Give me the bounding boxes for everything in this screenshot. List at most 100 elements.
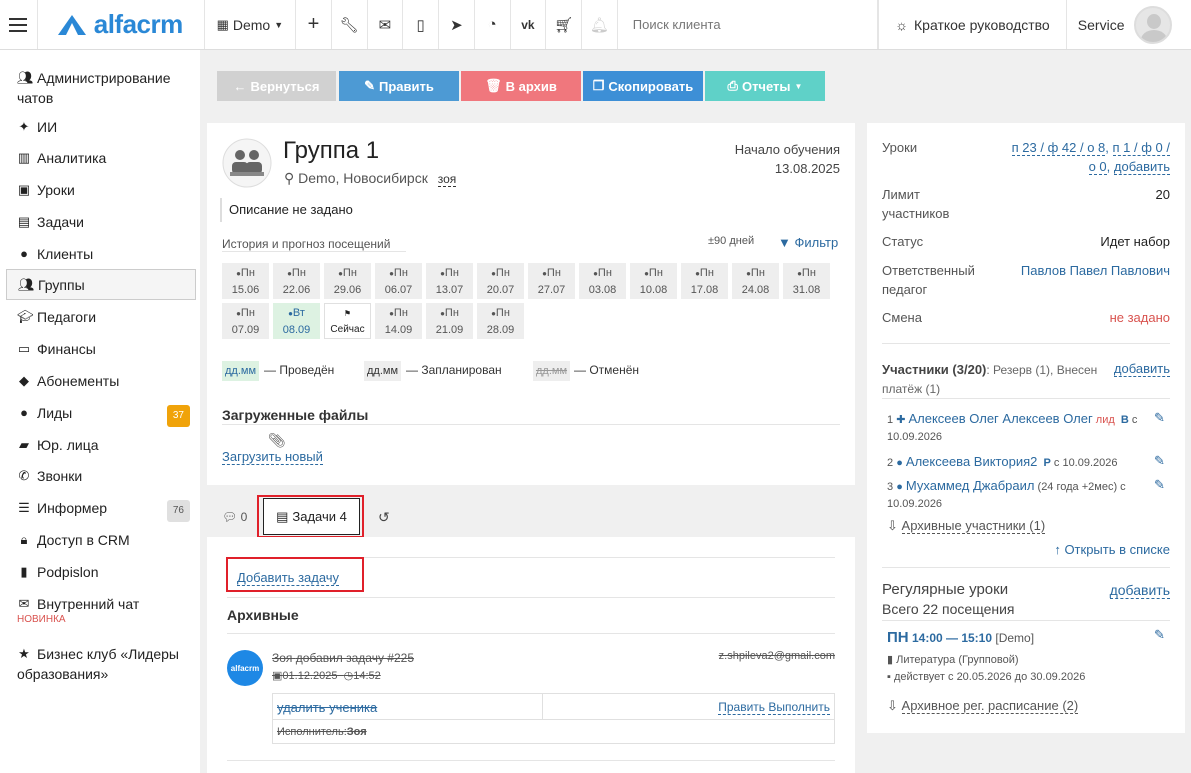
legend-done-text: — Проведён xyxy=(264,363,335,377)
sidebar-item-clients[interactable]: ● Клиенты xyxy=(6,244,196,264)
sidebar-item-business-club[interactable]: ★ Бизнес клуб «Лидеры образования» xyxy=(6,644,196,684)
mail-button[interactable]: ✉ xyxy=(368,0,404,49)
pencil-icon[interactable]: ✎ xyxy=(1154,410,1165,426)
user-menu[interactable]: Service xyxy=(1067,0,1191,49)
upload-link[interactable]: Загрузить новый xyxy=(222,449,323,465)
sidebar-item-informer[interactable]: ☰ Информер 76 xyxy=(6,498,196,522)
attendance-day[interactable]: ●Пн 28.09 xyxy=(477,303,524,339)
attendance-day[interactable]: ●Пн 07.09 xyxy=(222,303,269,339)
pencil-icon[interactable]: ✎ xyxy=(1154,627,1165,643)
copy-button[interactable]: ❐ Скопировать xyxy=(583,71,703,101)
edit-button[interactable]: ✎ Править xyxy=(339,71,459,101)
task-title[interactable]: удалить ученика xyxy=(277,700,377,715)
attendance-day[interactable]: ●Пн 27.07 xyxy=(528,263,575,299)
attendance-day[interactable]: ●Вт 08.09 xyxy=(273,303,320,339)
sidebar-item-crm-access[interactable]: 🔒︎ Доступ в CRM xyxy=(6,530,196,550)
attendance-weekday: ●Пн xyxy=(222,305,269,322)
attendance-date: 27.07 xyxy=(537,284,566,296)
search-input[interactable]: Поиск клиента xyxy=(618,0,879,49)
attendance-weekday-label: Пн xyxy=(699,267,714,279)
sidebar-item-finance[interactable]: ▭ Финансы xyxy=(6,339,196,359)
archived-members-link[interactable]: ⇩ Архивные участники (1) xyxy=(887,518,1046,534)
sidebar-item-internal-chat[interactable]: ✉ Внутренний чат НОВИНКА xyxy=(6,594,196,626)
member-name[interactable]: Алексеев Олег Алексеев Олег xyxy=(908,411,1092,426)
attendance-day[interactable]: ●Пн 03.08 xyxy=(579,263,626,299)
filter-button[interactable]: ▼ Фильтр xyxy=(778,235,838,250)
attendance-day[interactable]: ●Пн 13.07 xyxy=(426,263,473,299)
attendance-day[interactable]: ●Пн 29.06 xyxy=(324,263,371,299)
clock-icon: ◷ xyxy=(343,670,354,682)
sidebar-item-subscriptions[interactable]: ◆ Абонементы xyxy=(6,371,196,391)
sidebar-item-groups[interactable]: 👥︎ Группы xyxy=(6,269,196,300)
members-add-link[interactable]: добавить xyxy=(1113,361,1170,377)
chat-button[interactable]: ◔ xyxy=(475,0,511,49)
attendance-day[interactable]: ●Пн 17.08 xyxy=(681,263,728,299)
regular-period-label: действует с 20.05.2026 до 30.09.2026 xyxy=(893,671,1086,683)
tab-comments[interactable]: 💬︎ 0 xyxy=(222,510,247,524)
lessons-add-link[interactable]: добавить xyxy=(1113,159,1170,175)
sidebar-item-analytics[interactable]: ▥ Аналитика xyxy=(6,148,196,168)
back-button[interactable]: ← Вернуться xyxy=(217,71,336,101)
open-list-link[interactable]: ↑ Открыть в списке xyxy=(1054,542,1170,557)
cart-button[interactable]: 🛒︎ xyxy=(546,0,583,49)
attendance-day[interactable]: ●Пн 20.07 xyxy=(477,263,524,299)
attendance-day[interactable]: ●Пн 06.07 xyxy=(375,263,422,299)
member-row: 3 ● Мухаммед Джабраил (24 года +2мес) с … xyxy=(887,477,1147,513)
menu-toggle[interactable] xyxy=(0,0,38,49)
task-edit-link[interactable]: Править xyxy=(718,700,766,715)
tab-history[interactable]: ↺ xyxy=(378,509,390,526)
archived-schedule-link[interactable]: ⇩ Архивное рег. расписание (2) xyxy=(887,698,1079,714)
attendance-day[interactable]: ●Пн 10.08 xyxy=(630,263,677,299)
comments-count: 0 xyxy=(240,510,248,524)
attendance-day[interactable]: ⚑ Сейчас xyxy=(324,303,371,339)
guide-link[interactable]: ☼ Краткое руководство xyxy=(878,0,1067,49)
attendance-weekday-label: Пн xyxy=(801,267,816,279)
sidebar-item-tasks[interactable]: ▤ Задачи xyxy=(6,212,196,232)
sidebar-item-ai[interactable]: ✦ ИИ xyxy=(6,117,196,137)
sidebar-item-calls[interactable]: ✆ Звонки xyxy=(6,466,196,486)
regular-add-link[interactable]: добавить xyxy=(1109,582,1170,599)
sidebar-item-chat-admin[interactable]: 👥︎ Администрирование чатов xyxy=(6,68,196,108)
range-toggle[interactable]: ±90 дней xyxy=(708,235,754,247)
sidebar-item-podpislon[interactable]: ▮ Podpislon xyxy=(6,562,196,582)
lessons-stat-3[interactable]: о 0 xyxy=(1088,159,1107,175)
attendance-day[interactable]: ●Пн 31.08 xyxy=(783,263,830,299)
vk-button[interactable]: vk xyxy=(511,0,547,49)
regular-lessons-title: Регулярные уроки xyxy=(882,581,1009,598)
teacher-link[interactable]: Павлов Павел Павлович xyxy=(1021,261,1170,280)
member-name[interactable]: Алексеева Виктория2 xyxy=(906,454,1037,469)
pencil-icon[interactable]: ✎ xyxy=(1154,453,1165,469)
telegram-button[interactable]: ➤ xyxy=(439,0,475,49)
member-name[interactable]: Мухаммед Джабраил xyxy=(906,478,1035,493)
lessons-stat-2[interactable]: п 1 / ф 0 / xyxy=(1112,140,1170,156)
sidebar-item-legal[interactable]: ▰ Юр. лица xyxy=(6,435,196,455)
sidebar-item-leads[interactable]: ● Лиды 37 xyxy=(6,403,196,427)
tools-button[interactable]: 🔧︎ xyxy=(332,0,368,49)
sidebar-item-label: Группы xyxy=(38,276,85,293)
branch-select[interactable]: ▦ Demo ▼ xyxy=(205,0,297,49)
archive-button[interactable]: 🗑︎ В архив xyxy=(461,71,581,101)
vk-icon: vk xyxy=(521,17,535,32)
attendance-day[interactable]: ●Пн 22.06 xyxy=(273,263,320,299)
lessons-stat-1[interactable]: п 23 / ф 42 / о 8 xyxy=(1011,140,1106,156)
shift-value[interactable]: не задано xyxy=(1110,308,1170,327)
notifications-button[interactable]: 🔔︎ xyxy=(582,0,618,49)
sidebar-item-label: Доступ в CRM xyxy=(37,532,130,548)
attendance-day[interactable]: ●Пн 15.06 xyxy=(222,263,269,299)
add-button[interactable]: + xyxy=(296,0,332,49)
attendance-day[interactable]: ●Пн 21.09 xyxy=(426,303,473,339)
status-label: Статус xyxy=(882,234,924,249)
mobile-button[interactable]: ▯ xyxy=(403,0,440,49)
task-complete-link[interactable]: Выполнить xyxy=(768,700,830,715)
regular-period: ▪ действует с 20.05.2026 до 30.09.2026 xyxy=(887,671,1085,683)
attendance-day[interactable]: ●Пн 24.08 xyxy=(732,263,779,299)
group-title: Группа 1 xyxy=(283,137,380,164)
sidebar-item-teachers[interactable]: 🎓︎ Педагоги xyxy=(6,307,196,327)
sidebar-item-lessons[interactable]: ▣ Уроки xyxy=(6,180,196,200)
group-tag[interactable]: зоя xyxy=(437,172,457,187)
sidebar-item-label: Финансы xyxy=(37,341,96,357)
pencil-icon[interactable]: ✎ xyxy=(1154,477,1165,493)
attendance-day[interactable]: ●Пн 14.09 xyxy=(375,303,422,339)
reports-button[interactable]: ⎙ Отчеты ▼ xyxy=(705,71,825,101)
logo[interactable]: alfacrm xyxy=(38,0,205,49)
